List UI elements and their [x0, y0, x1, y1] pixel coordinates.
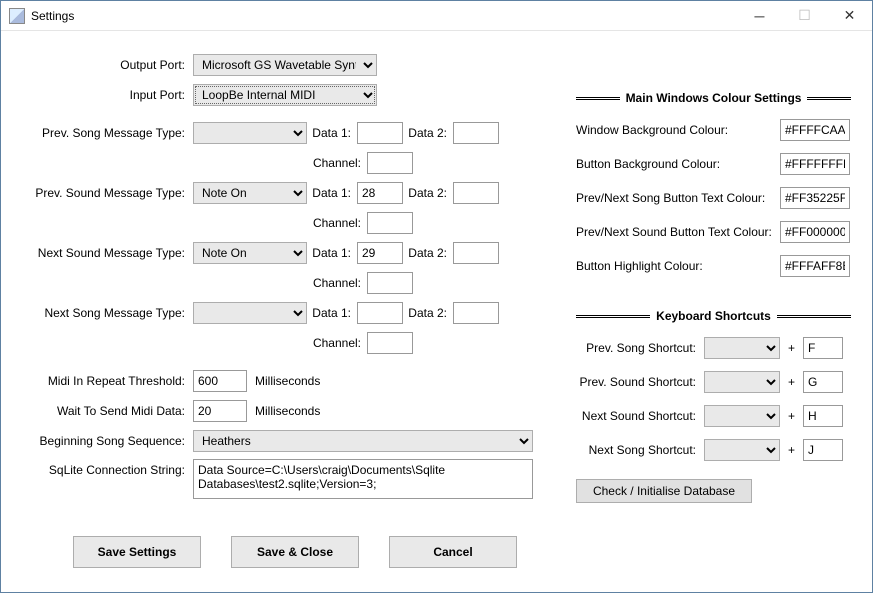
prev-song-msg-label: Prev. Song Message Type: [19, 126, 193, 140]
data1-label: Data 1: [307, 126, 357, 140]
next-song-key-input[interactable] [803, 439, 843, 461]
btn-bg-input[interactable] [780, 153, 850, 175]
prev-sound-data1-input[interactable] [357, 182, 403, 204]
cancel-button[interactable]: Cancel [389, 536, 517, 568]
next-song-shortcut-label: Next Song Shortcut: [576, 443, 704, 457]
check-db-button[interactable]: Check / Initialise Database [576, 479, 752, 503]
output-port-label: Output Port: [19, 58, 193, 72]
sound-txt-label: Prev/Next Sound Button Text Colour: [576, 225, 780, 239]
next-sound-data2-input[interactable] [453, 242, 499, 264]
save-close-button[interactable]: Save & Close [231, 536, 359, 568]
next-song-data2-input[interactable] [453, 302, 499, 324]
next-song-channel-input[interactable] [367, 332, 413, 354]
btn-hl-label: Button Highlight Colour: [576, 259, 780, 273]
prev-song-mod-select[interactable] [704, 337, 780, 359]
app-icon [9, 8, 25, 24]
prev-song-data1-input[interactable] [357, 122, 403, 144]
data2-label: Data 2: [403, 126, 453, 140]
next-sound-channel-input[interactable] [367, 272, 413, 294]
prev-song-channel-input[interactable] [367, 152, 413, 174]
close-button[interactable]: ✕ [827, 1, 872, 30]
window-title: Settings [31, 9, 74, 23]
begin-seq-label: Beginning Song Sequence: [19, 434, 193, 448]
settings-window: Settings ─ ☐ ✕ Output Port: Microsoft GS… [0, 0, 873, 593]
prev-sound-channel-input[interactable] [367, 212, 413, 234]
next-sound-type-select[interactable]: Note On [193, 242, 307, 264]
win-bg-input[interactable] [780, 119, 850, 141]
next-sound-msg-label: Next Sound Message Type: [19, 246, 193, 260]
next-song-type-select[interactable] [193, 302, 307, 324]
next-song-msg-label: Next Song Message Type: [19, 306, 193, 320]
prev-song-type-select[interactable] [193, 122, 307, 144]
colour-section-heading: Main Windows Colour Settings [576, 91, 851, 105]
conn-str-input[interactable]: Data Source=C:\Users\craig\Documents\Sql… [193, 459, 533, 499]
wait-send-input[interactable] [193, 400, 247, 422]
input-port-label: Input Port: [19, 88, 193, 102]
prev-sound-mod-select[interactable] [704, 371, 780, 393]
win-bg-label: Window Background Colour: [576, 123, 780, 137]
next-sound-shortcut-label: Next Sound Shortcut: [576, 409, 704, 423]
prev-song-data2-input[interactable] [453, 122, 499, 144]
wait-send-label: Wait To Send Midi Data: [19, 404, 193, 418]
output-port-select[interactable]: Microsoft GS Wavetable Synth [193, 54, 377, 76]
next-sound-key-input[interactable] [803, 405, 843, 427]
input-port-select[interactable]: LoopBe Internal MIDI [193, 84, 377, 106]
prev-sound-shortcut-label: Prev. Sound Shortcut: [576, 375, 704, 389]
next-sound-mod-select[interactable] [704, 405, 780, 427]
conn-str-label: SqLite Connection String: [19, 459, 193, 477]
midi-repeat-input[interactable] [193, 370, 247, 392]
next-sound-data1-input[interactable] [357, 242, 403, 264]
channel-label: Channel: [307, 156, 367, 170]
minimize-button[interactable]: ─ [737, 1, 782, 30]
prev-song-shortcut-label: Prev. Song Shortcut: [576, 341, 704, 355]
maximize-button: ☐ [782, 1, 827, 30]
next-song-mod-select[interactable] [704, 439, 780, 461]
prev-sound-data2-input[interactable] [453, 182, 499, 204]
sound-txt-input[interactable] [780, 221, 850, 243]
prev-song-key-input[interactable] [803, 337, 843, 359]
midi-repeat-label: Midi In Repeat Threshold: [19, 374, 193, 388]
prev-sound-msg-label: Prev. Sound Message Type: [19, 186, 193, 200]
prev-sound-type-select[interactable]: Note On [193, 182, 307, 204]
titlebar: Settings ─ ☐ ✕ [1, 1, 872, 31]
prev-sound-key-input[interactable] [803, 371, 843, 393]
song-txt-input[interactable] [780, 187, 850, 209]
btn-hl-input[interactable] [780, 255, 850, 277]
next-song-data1-input[interactable] [357, 302, 403, 324]
ms-unit: Milliseconds [255, 374, 320, 388]
save-button[interactable]: Save Settings [73, 536, 201, 568]
song-txt-label: Prev/Next Song Button Text Colour: [576, 191, 780, 205]
begin-seq-select[interactable]: Heathers [193, 430, 533, 452]
btn-bg-label: Button Background Colour: [576, 157, 780, 171]
shortcut-section-heading: Keyboard Shortcuts [576, 309, 851, 323]
